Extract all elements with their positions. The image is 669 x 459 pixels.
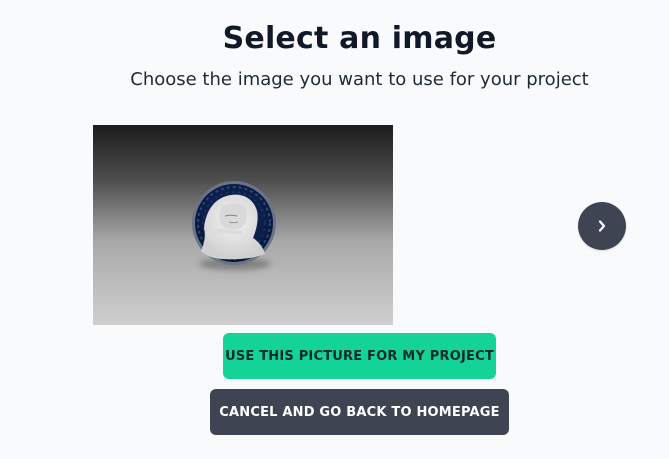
next-image-button[interactable] (578, 202, 626, 250)
selected-image (93, 125, 393, 325)
chevron-right-icon (594, 218, 610, 234)
page-title: Select an image (222, 21, 497, 56)
cancel-back-home-button[interactable]: CANCEL AND GO BACK TO HOMEPAGE (210, 389, 509, 435)
use-picture-button[interactable]: USE THIS PICTURE FOR MY PROJECT (223, 333, 496, 379)
page-subtitle: Choose the image you want to use for you… (130, 69, 589, 90)
